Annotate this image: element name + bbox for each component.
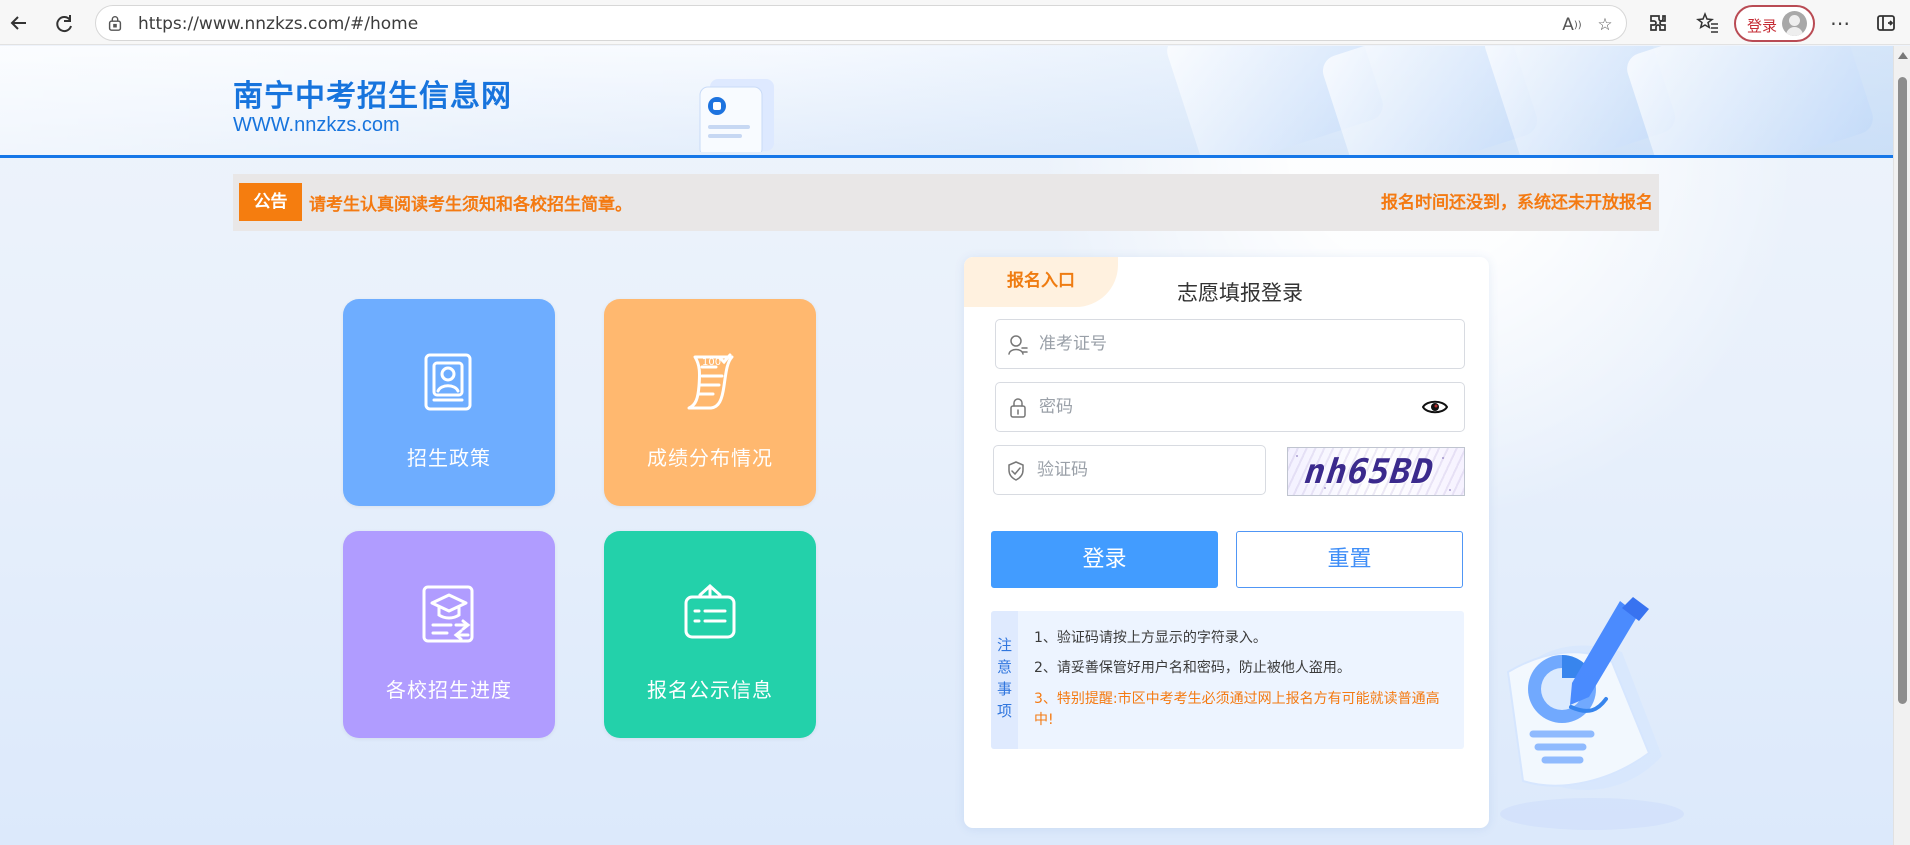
page-scrollbar[interactable]: [1893, 46, 1910, 845]
captcha-image[interactable]: nh65BD: [1287, 447, 1465, 496]
address-bar[interactable]: https://www.nnzkzs.com/#/home A)) ☆: [95, 5, 1627, 41]
browser-toolbar: https://www.nnzkzs.com/#/home A)) ☆ 登录 ⋯: [0, 0, 1910, 45]
notice-bar: 公告 请考生认真阅读考生须知和各校招生简章。 报名时间还没到，系统还未开放报名: [233, 174, 1659, 231]
reset-button[interactable]: 重置: [1236, 531, 1463, 588]
site-banner: 南宁中考招生信息网 WWW.nnzkzs.com: [0, 46, 1893, 158]
score-scroll-icon: 100: [687, 353, 734, 410]
candidate-number-field[interactable]: [995, 319, 1465, 369]
browser-login-label: 登录: [1747, 18, 1778, 35]
graduation-progress-icon: [422, 585, 474, 643]
note-item: 2、请妥善保管好用户名和密码，防止被他人盗用。: [1034, 660, 1351, 676]
more-icon[interactable]: ⋯: [1828, 11, 1852, 35]
public-info-tile[interactable]: 报名公示信息: [604, 531, 816, 738]
captcha-input[interactable]: [1037, 446, 1257, 494]
url-text[interactable]: https://www.nnzkzs.com/#/home: [138, 14, 418, 34]
site-title: 南宁中考招生信息网: [233, 79, 512, 114]
refresh-icon: [56, 15, 72, 33]
captcha-field[interactable]: [993, 445, 1266, 495]
password-input[interactable]: [1039, 383, 1414, 431]
notice-message: 请考生认真阅读考生须知和各校招生简章。: [309, 195, 632, 215]
avatar: [1782, 11, 1807, 36]
login-button[interactable]: 登录: [991, 531, 1218, 588]
notice-badge: 公告: [239, 183, 302, 221]
extension-icon: [1650, 15, 1666, 31]
star-icon[interactable]: ☆: [1594, 14, 1616, 36]
document-illustration-icon: [699, 79, 774, 152]
notes-box: 注 意 事 项 1、验证码请按上方显示的字符录入。 2、请妥善保管好用户名和密码…: [991, 611, 1464, 749]
score-distribution-tile[interactable]: 100 成绩分布情况: [604, 299, 816, 506]
split-screen-icon[interactable]: [1874, 11, 1898, 35]
lock-icon[interactable]: [106, 14, 124, 32]
favorites-icon[interactable]: [1696, 11, 1720, 35]
registration-status: 报名时间还没到，系统还未开放报名: [1381, 193, 1653, 213]
refresh-icon[interactable]: [50, 9, 78, 37]
tile-label: 成绩分布情况: [647, 446, 773, 470]
eye-icon[interactable]: [1422, 397, 1448, 417]
login-card: 报名入口 志愿填报登录 准考证号 验证码 nh65BD 登录 重置 注 意 事 …: [964, 257, 1489, 828]
public-notice-icon: [684, 583, 736, 639]
split-screen-icon: [1877, 15, 1895, 31]
captcha-noise-dot: [1449, 489, 1451, 491]
scroll-up-icon[interactable]: [1898, 52, 1908, 59]
captcha-noise-dot: [1296, 455, 1298, 457]
password-field[interactable]: [995, 382, 1465, 432]
school-progress-tile[interactable]: 各校招生进度: [343, 531, 555, 738]
browser-login-button[interactable]: 登录: [1734, 5, 1815, 42]
svg-text:100: 100: [702, 357, 721, 368]
tile-label: 报名公示信息: [647, 678, 773, 702]
note-item: 1、验证码请按上方显示的字符录入。: [1034, 630, 1267, 646]
candidate-number-input[interactable]: [1039, 320, 1414, 368]
back-arrow-icon: [10, 16, 26, 30]
read-aloud-icon[interactable]: A)): [1561, 14, 1583, 36]
extension-icon[interactable]: [1646, 11, 1670, 35]
registration-entry-tab[interactable]: 报名入口: [964, 257, 1118, 307]
admission-policy-tile[interactable]: 招生政策: [343, 299, 555, 506]
user-icon: [1008, 335, 1028, 355]
login-title: 志愿填报登录: [1177, 281, 1303, 305]
page-content: 南宁中考招生信息网 WWW.nnzkzs.com 公告 请考生认真阅读考生须知和…: [0, 46, 1893, 845]
tile-label: 招生政策: [407, 446, 491, 470]
tile-label: 各校招生进度: [386, 678, 512, 702]
profile-document-icon: [424, 353, 472, 411]
scroll-thumb[interactable]: [1898, 77, 1907, 704]
notes-label: 注 意 事 项: [991, 611, 1018, 749]
note-item: 3、特别提醒:市区中考考生必须通过网上报名方有可能就读普通高中!: [1034, 691, 1440, 728]
lock-icon: [1010, 398, 1026, 418]
shield-check-icon: [1008, 461, 1024, 481]
site-domain: WWW.nnzkzs.com: [233, 114, 400, 136]
captcha-noise-dot: [1442, 457, 1444, 459]
favorites-icon: [1696, 11, 1718, 33]
captcha-text: nh65BD: [1302, 452, 1437, 492]
back-arrow-icon[interactable]: [5, 9, 33, 37]
banner-decoration: [1622, 46, 1878, 155]
registration-illustration: [1500, 597, 1684, 830]
